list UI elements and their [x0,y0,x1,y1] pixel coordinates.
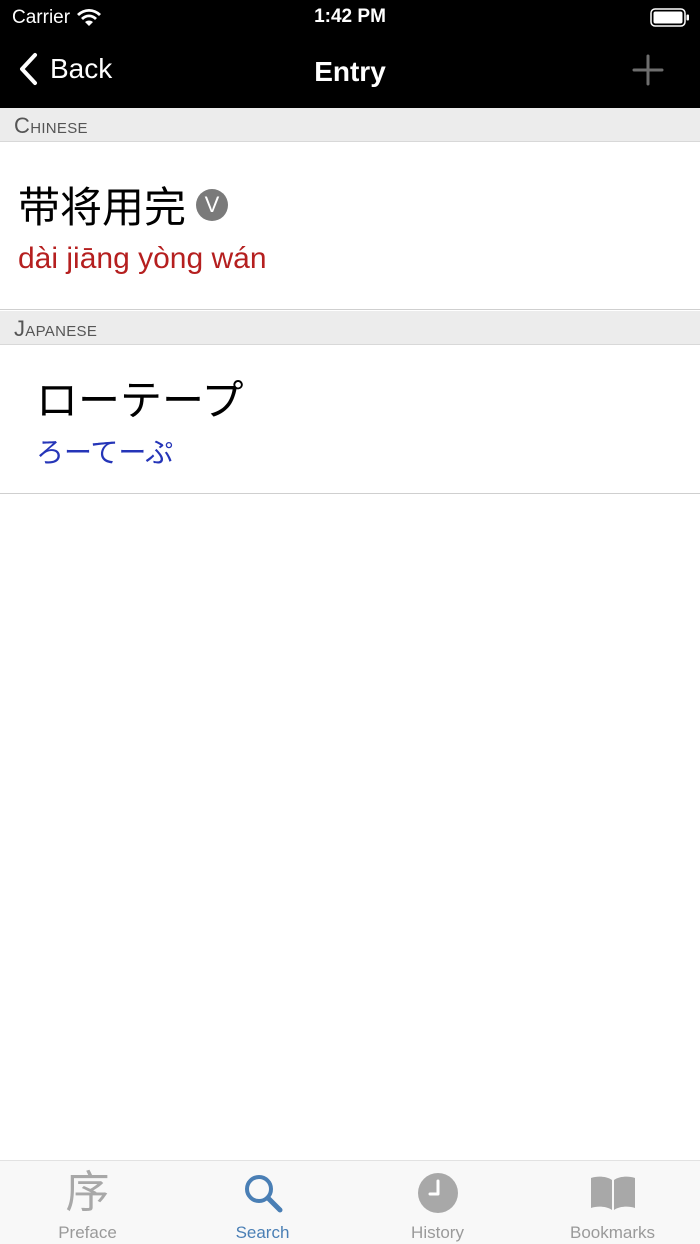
clock-icon [414,1171,462,1215]
chinese-headword: 带将用完 V [18,174,229,235]
section-header-japanese: Japanese [0,311,700,345]
section-title-japanese: Japanese [14,316,98,341]
add-bookmark-button[interactable] [632,54,664,86]
battery-icon [650,8,689,27]
japanese-entry-cell[interactable]: ローテープ ろーてーぷ [0,345,700,494]
tab-search[interactable]: Search [175,1161,350,1244]
japanese-word-text: ローテープ [36,377,244,424]
pinyin-text: dài jiāng yòng wán [18,242,267,275]
tab-bookmarks[interactable]: Bookmarks [525,1161,700,1244]
tab-label-history: History [411,1223,464,1242]
top-bar: Carrier 1:42 PM Back Entry [0,0,700,108]
tab-history[interactable]: History [350,1161,525,1244]
plus-icon [632,54,664,86]
tab-bar: 序 Preface Search History Bookmarks [0,1160,700,1244]
japanese-reading-text: ろーてーぷ [36,437,174,468]
back-button[interactable]: Back [18,52,112,86]
verb-badge: V [196,188,229,221]
tab-label-preface: Preface [58,1223,117,1242]
preface-glyph-icon: 序 [65,1167,110,1218]
chevron-left-icon [20,53,37,85]
chinese-entry-cell: 带将用完 V dài jiāng yòng wán [0,142,700,310]
navigation-bar: Back Entry [0,36,700,108]
tab-label-search: Search [235,1223,290,1242]
chinese-word-text: 带将用完 [18,184,187,231]
tab-label-bookmarks: Bookmarks [569,1223,656,1242]
book-icon [589,1171,637,1215]
status-bar: Carrier 1:42 PM [0,0,700,36]
section-header-chinese: Chinese [0,108,700,142]
search-icon [239,1171,287,1215]
section-title-chinese: Chinese [14,113,88,138]
status-time: 1:42 PM [314,6,386,27]
back-label: Back [50,53,113,84]
tab-preface[interactable]: 序 Preface [0,1161,175,1244]
